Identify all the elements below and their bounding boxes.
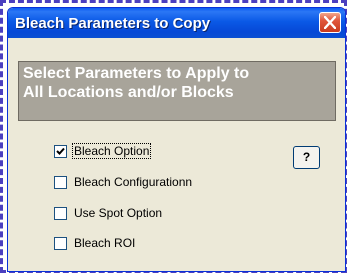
bleach-configuration-checkbox[interactable] bbox=[54, 176, 67, 189]
checkmark-icon bbox=[56, 147, 65, 155]
help-button[interactable]: ? bbox=[293, 146, 320, 169]
bleach-option-checkbox[interactable] bbox=[54, 145, 67, 158]
bleach-roi-label[interactable]: Bleach ROI bbox=[74, 236, 135, 250]
use-spot-option-checkbox[interactable] bbox=[54, 207, 67, 220]
instruction-line-1: Select Parameters to Apply to bbox=[23, 65, 250, 82]
close-icon bbox=[324, 16, 336, 29]
instruction-line-2: All Locations and/or Blocks bbox=[23, 84, 234, 101]
dialog-title: Bleach Parameters to Copy bbox=[15, 15, 211, 32]
selection-frame: Bleach Parameters to Copy Select Paramet… bbox=[0, 0, 347, 273]
bleach-configuration-label[interactable]: Bleach Configurationn bbox=[74, 175, 192, 189]
bleach-option-label[interactable]: Bleach Option bbox=[71, 143, 152, 159]
bleach-roi-checkbox[interactable] bbox=[54, 237, 67, 250]
bleach-parameters-dialog: Bleach Parameters to Copy Select Paramet… bbox=[7, 7, 346, 272]
title-bar[interactable]: Bleach Parameters to Copy bbox=[8, 8, 345, 38]
use-spot-option-label[interactable]: Use Spot Option bbox=[74, 206, 162, 220]
instruction-panel: Select Parameters to Apply to All Locati… bbox=[18, 61, 336, 121]
close-button[interactable] bbox=[319, 12, 341, 33]
